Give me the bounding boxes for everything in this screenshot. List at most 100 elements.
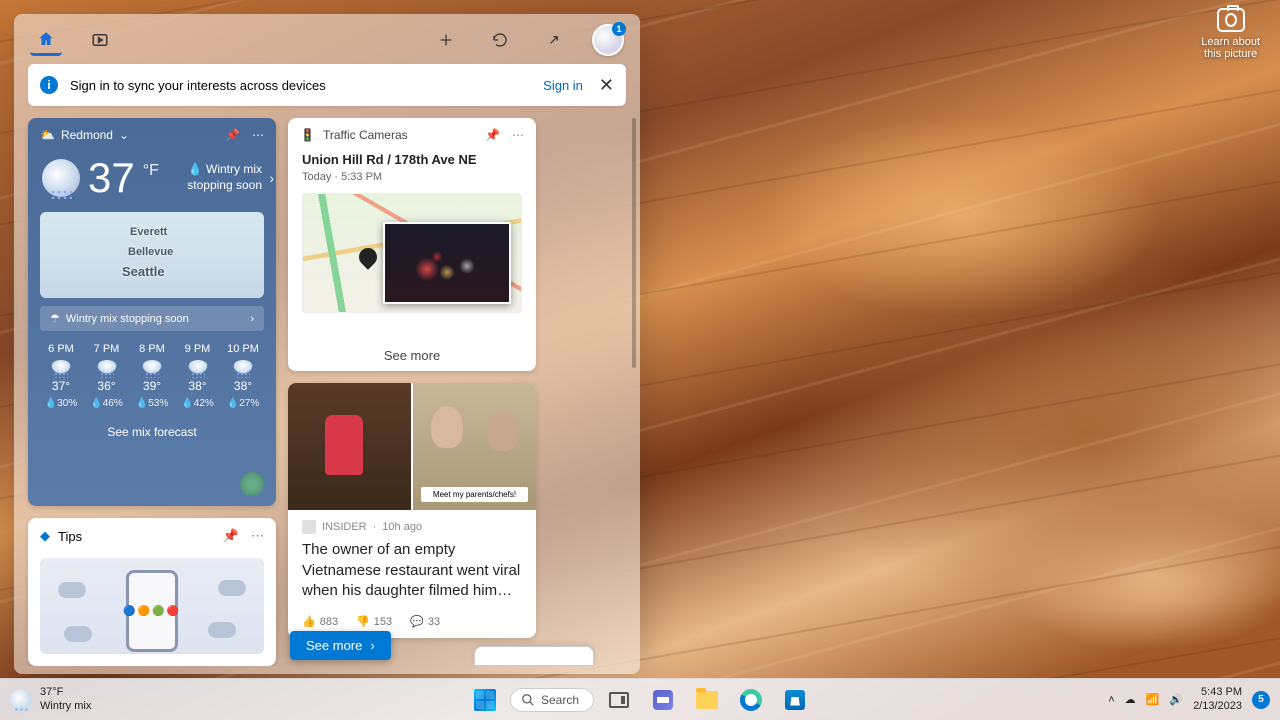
tray-chevron-icon[interactable]: ˄ — [1108, 694, 1114, 706]
news-images: Meet my parents/chefs! — [288, 383, 536, 510]
widgets-panel: 1 i Sign in to sync your interests acros… — [14, 14, 640, 674]
weather-alert-text: Wintry mix stopping soon — [66, 313, 189, 325]
taskbar-center: Search — [466, 684, 814, 716]
taskbar-weather-desc: Wintry mix — [40, 700, 91, 713]
video-tab[interactable] — [84, 24, 116, 56]
refresh-button[interactable] — [484, 24, 516, 56]
news-image-2: Meet my parents/chefs! — [413, 383, 536, 510]
news-image-1 — [288, 383, 411, 510]
rain-icon — [188, 360, 208, 374]
more-icon[interactable]: ⋯ — [512, 128, 524, 142]
map-pin-icon — [355, 244, 380, 269]
tips-illustration: 🔵🟠🟢🔴 — [40, 558, 264, 654]
chat-button[interactable] — [644, 684, 682, 716]
home-tab[interactable] — [30, 24, 62, 56]
learn-about-picture[interactable]: Learn about this picture — [1201, 8, 1260, 60]
chevron-right-icon: › — [250, 313, 254, 325]
weather-condition-icon — [42, 159, 80, 197]
learn-picture-line1: Learn about — [1201, 36, 1260, 48]
add-widget-button[interactable] — [430, 24, 462, 56]
weather-alert-banner[interactable]: ☂ Wintry mix stopping soon › — [40, 306, 264, 331]
see-more-button[interactable]: See more › — [290, 631, 391, 660]
news-source: INSIDER · 10h ago — [302, 520, 522, 534]
like-button[interactable]: 👍 883 — [302, 615, 338, 628]
traffic-timestamp: Today · 5:33 PM — [302, 171, 522, 183]
hourly-forecast: 6 PM37°💧30% 7 PM36°💧46% 8 PM39°💧53% 9 PM… — [28, 331, 276, 413]
signin-link[interactable]: Sign in — [543, 78, 583, 93]
hourly-slot[interactable]: 6 PM37°💧30% — [40, 343, 82, 409]
traffic-title: Traffic Cameras — [323, 128, 408, 142]
close-banner-button[interactable]: ✕ — [599, 75, 614, 96]
comments-button[interactable]: 💬 33 — [410, 615, 440, 628]
map-city-bellevue: Bellevue — [128, 246, 173, 258]
traffic-location: Union Hill Rd / 178th Ave NE — [302, 152, 522, 169]
taskbar-weather[interactable]: 37°F Wintry mix — [0, 686, 101, 712]
hourly-slot[interactable]: 7 PM36°💧46% — [86, 343, 128, 409]
more-icon[interactable]: ⋯ — [251, 528, 264, 544]
weather-temp: 37 — [88, 154, 135, 202]
weather-desc: 💧 Wintry mix stopping soon — [168, 162, 262, 193]
weather-provider-icon: ⛅ — [40, 128, 55, 142]
news-image-caption: Meet my parents/chefs! — [421, 487, 528, 502]
volume-icon[interactable]: 🔊 — [1169, 693, 1183, 706]
chevron-down-icon[interactable]: ⌄ — [119, 128, 129, 142]
store-button[interactable] — [776, 684, 814, 716]
scroll-indicator[interactable] — [632, 118, 636, 368]
taskbar-temp: 37°F — [40, 686, 91, 699]
pin-icon[interactable]: 📌 — [225, 128, 240, 142]
weather-radar-map[interactable]: Everett Bellevue Seattle — [40, 212, 264, 298]
avatar-badge: 1 — [612, 22, 626, 36]
onedrive-icon[interactable]: ☁ — [1125, 693, 1136, 706]
aqi-badge[interactable] — [240, 472, 264, 496]
tips-widget[interactable]: ◆ Tips 📌 ⋯ 🔵🟠🟢🔴 — [28, 518, 276, 666]
hourly-slot[interactable]: 8 PM39°💧53% — [131, 343, 173, 409]
news-card[interactable]: Meet my parents/chefs! INSIDER · 10h ago… — [288, 383, 536, 638]
pin-icon[interactable]: 📌 — [485, 128, 500, 142]
edge-button[interactable] — [732, 684, 770, 716]
see-forecast-link[interactable]: See mix forecast — [28, 413, 276, 449]
signin-message: Sign in to sync your interests across de… — [70, 78, 326, 93]
hourly-slot[interactable]: 10 PM38°💧27% — [222, 343, 264, 409]
rain-icon — [233, 360, 253, 374]
file-explorer-button[interactable] — [688, 684, 726, 716]
chevron-right-icon: › — [370, 638, 374, 653]
traffic-see-more-link[interactable]: See more — [288, 338, 536, 371]
traffic-widget[interactable]: 🚦 Traffic Cameras 📌 ⋯ Union Hill Rd / 17… — [288, 118, 536, 371]
taskbar: 37°F Wintry mix Search ˄ ☁ 📶 🔊 5:43 PM 2… — [0, 678, 1280, 720]
wifi-icon[interactable]: 📶 — [1146, 693, 1160, 706]
rain-icon — [142, 360, 162, 374]
start-button[interactable] — [466, 684, 504, 716]
more-icon[interactable]: ⋯ — [252, 128, 264, 142]
weather-widget[interactable]: ⛅ Redmond ⌄ 📌 ⋯ 37 °F 💧 Wintry mix stopp… — [28, 118, 276, 506]
account-avatar[interactable]: 1 — [592, 24, 624, 56]
traffic-map[interactable] — [302, 193, 522, 313]
signin-banner: i Sign in to sync your interests across … — [28, 64, 626, 106]
taskbar-clock[interactable]: 5:43 PM 2/13/2023 — [1193, 686, 1242, 714]
dislike-button[interactable]: 👎 153 — [356, 615, 392, 628]
traffic-camera-thumbnail[interactable] — [383, 222, 511, 304]
camera-icon — [1217, 8, 1245, 32]
news-headline[interactable]: The owner of an empty Vietnamese restaur… — [302, 540, 522, 601]
pin-icon[interactable]: 📌 — [223, 528, 239, 544]
map-city-everett: Everett — [130, 226, 167, 238]
hourly-slot[interactable]: 9 PM38°💧42% — [177, 343, 219, 409]
task-view-button[interactable] — [600, 684, 638, 716]
traffic-icon: 🚦 — [300, 128, 315, 142]
widgets-body: ⛅ Redmond ⌄ 📌 ⋯ 37 °F 💧 Wintry mix stopp… — [14, 118, 640, 666]
expand-button[interactable] — [538, 24, 570, 56]
taskbar-time: 5:43 PM — [1193, 686, 1242, 700]
widgets-header: 1 — [14, 14, 640, 64]
search-placeholder: Search — [541, 693, 579, 707]
weather-unit: °F — [143, 162, 159, 180]
info-icon: i — [40, 76, 58, 94]
map-city-seattle: Seattle — [122, 264, 165, 279]
weather-next-icon[interactable]: › — [269, 170, 274, 186]
search-box[interactable]: Search — [510, 688, 594, 712]
umbrella-icon: ☂ — [50, 312, 60, 325]
partial-card — [474, 646, 594, 666]
notification-badge[interactable]: 5 — [1252, 691, 1270, 709]
source-logo-icon — [302, 520, 316, 534]
weather-location[interactable]: Redmond — [61, 128, 113, 142]
taskbar-date: 2/13/2023 — [1193, 700, 1242, 714]
learn-picture-line2: this picture — [1201, 48, 1260, 60]
